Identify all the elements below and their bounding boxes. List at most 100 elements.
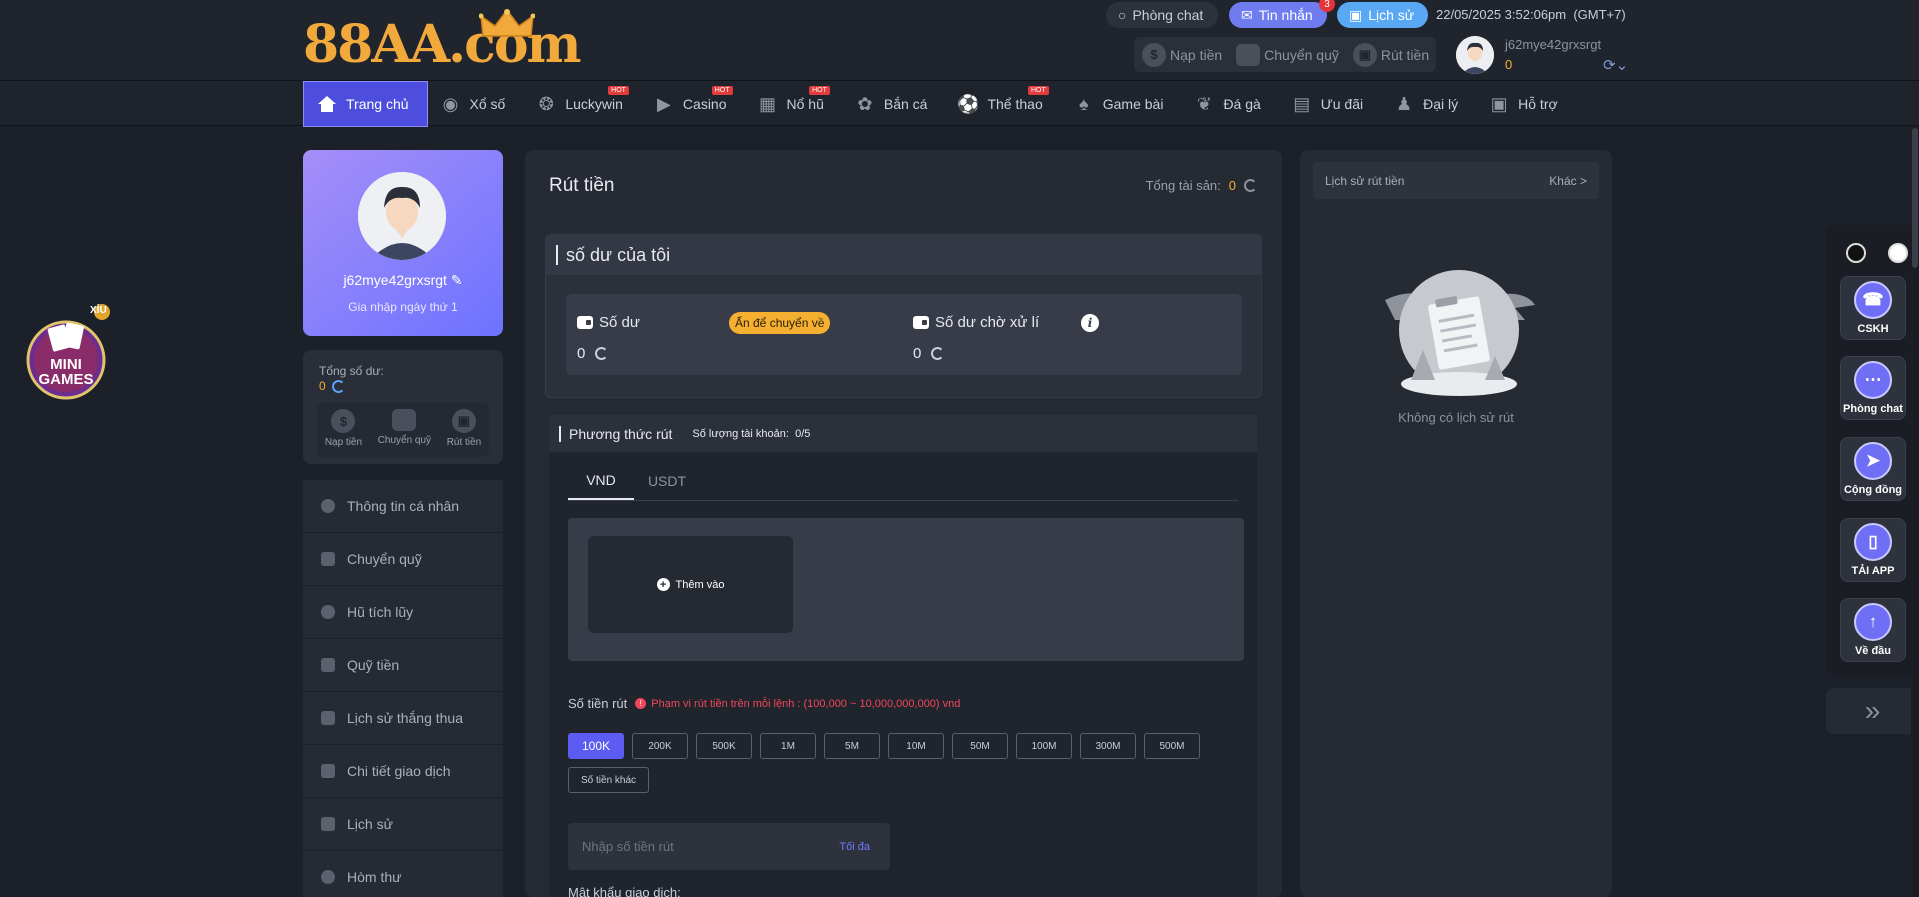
transaction-password-label: Mật khẩu giao dịch: — [568, 885, 681, 897]
header-deposit-button[interactable]: $ Nạp tiền — [1142, 42, 1222, 67]
nav-slots[interactable]: ▦ Nổ hũ HOT — [745, 81, 842, 127]
amount-chip[interactable]: 100K — [568, 733, 624, 759]
refresh-icon[interactable] — [931, 347, 945, 360]
mailbox-icon — [321, 870, 335, 884]
menu-fund[interactable]: Quỹ tiền — [303, 639, 503, 692]
refresh-icon[interactable] — [1244, 179, 1257, 192]
tab-vnd[interactable]: VND — [568, 461, 634, 500]
header-history-button[interactable]: ▣ Lịch sử — [1337, 2, 1428, 28]
float-community-button[interactable]: ➤ Cộng đồng — [1840, 437, 1906, 501]
header-messages-button[interactable]: ✉ Tin nhắn 3 — [1229, 0, 1335, 28]
amount-input[interactable] — [582, 839, 802, 854]
menu-history[interactable]: Lịch sử — [303, 798, 503, 851]
amount-header: Số tiền rút ! Phạm vi rút tiền trên mỗi … — [568, 696, 961, 711]
wallet-balance: 0 — [319, 379, 345, 393]
amount-input-box: Tối đa — [568, 823, 890, 870]
transfer-back-button[interactable]: Ấn để chuyển về — [729, 312, 831, 334]
float-download-app-button[interactable]: ▯ TẢI APP — [1840, 518, 1906, 582]
nav-fishing[interactable]: ✿ Bắn cá — [842, 81, 946, 127]
agent-icon: ♟ — [1396, 93, 1413, 114]
amount-chip[interactable]: 1M — [760, 733, 816, 759]
nav-promotions[interactable]: ▤ Ưu đãi — [1279, 81, 1381, 127]
amount-chip[interactable]: 500M — [1144, 733, 1200, 759]
empty-history-text: Không có lịch sử rút — [1398, 410, 1514, 425]
float-support-button[interactable]: ☎ CSKH — [1840, 276, 1906, 340]
amount-chip[interactable]: 50M — [952, 733, 1008, 759]
nav-support[interactable]: ▣ Hỗ trợ — [1476, 81, 1576, 127]
nav-lottery[interactable]: ◉ Xổ số — [428, 81, 524, 127]
brand-logo[interactable]: 88AA.com — [303, 8, 582, 75]
header-withdraw-button[interactable]: ▣ Rút tiền — [1352, 42, 1429, 67]
jar-icon — [321, 605, 335, 619]
menu-win-loss[interactable]: Lịch sử thắng thua — [303, 692, 503, 745]
user-avatar-icon — [358, 172, 446, 260]
header-transfer-button[interactable]: Chuyển quỹ — [1236, 43, 1339, 66]
float-chat-button[interactable]: ⋯ Phòng chat — [1840, 356, 1906, 420]
header-avatar[interactable] — [1456, 36, 1494, 74]
nav-casino[interactable]: ▶ Casino HOT — [641, 81, 745, 127]
list-icon — [321, 764, 335, 778]
add-account-button[interactable]: + Thêm vào — [588, 536, 793, 633]
menu-mailbox[interactable]: Hòm thư — [303, 851, 503, 897]
total-assets: Tổng tài sản: 0 — [1146, 178, 1257, 193]
nav-sports[interactable]: ⚽ Thể thao HOT — [945, 81, 1060, 127]
custom-amount-chip[interactable]: Số tiền khác — [568, 767, 650, 793]
promo-icon: ▤ — [1293, 93, 1311, 114]
refresh-icon[interactable] — [331, 379, 345, 393]
home-icon — [316, 93, 338, 115]
amount-chip[interactable]: 200K — [632, 733, 688, 759]
wallet-deposit-button[interactable]: $ Nạp tiền — [325, 403, 362, 457]
dark-theme-toggle[interactable] — [1846, 243, 1866, 263]
refresh-icon[interactable] — [595, 347, 609, 360]
top-header: 88AA.com ○ Phòng chat ✉ Tin nhắn 3 ▣ Lịc… — [0, 0, 1919, 80]
header-chat-button[interactable]: ○ Phòng chat — [1106, 2, 1218, 28]
amount-chip[interactable]: 300M — [1080, 733, 1136, 759]
float-back-to-top-button[interactable]: ↑ Về đầu — [1840, 598, 1906, 662]
amount-chip[interactable]: 100M — [1016, 733, 1072, 759]
hot-badge: HOT — [608, 86, 629, 95]
scrollbar-thumb[interactable] — [1912, 128, 1918, 268]
wallet-transfer-button[interactable]: Chuyển quỹ — [378, 403, 431, 457]
amount-chip[interactable]: 500K — [696, 733, 752, 759]
history-icon: ▣ — [1349, 6, 1363, 23]
hot-badge: HOT — [711, 86, 733, 95]
mini-games-button[interactable]: MINI GAMES XỈU — [22, 300, 112, 400]
withdraw-icon: ▣ — [1352, 42, 1377, 67]
menu-transfer[interactable]: Chuyển quỹ — [303, 533, 503, 586]
nav-card-games[interactable]: ♠ Game bài — [1061, 81, 1182, 127]
nav-agent[interactable]: ♟ Đại lý — [1381, 81, 1476, 127]
menu-jackpot[interactable]: Hũ tích lũy — [303, 586, 503, 639]
nav-home[interactable]: Trang chủ — [303, 81, 428, 127]
lottery-icon: ◉ — [442, 93, 459, 114]
collapse-toolbar-button[interactable]: » — [1826, 688, 1919, 734]
sport-icon: ⚽ — [957, 93, 980, 114]
amount-chip[interactable]: 5M — [824, 733, 880, 759]
wallet-withdraw-button[interactable]: ▣ Rút tiền — [447, 403, 481, 457]
main-nav: Trang chủ ◉ Xổ số ❂ Luckywin HOT ▶ Casin… — [0, 80, 1919, 127]
phone-icon: ▯ — [1854, 523, 1892, 561]
chat-bubble-icon: ⋯ — [1854, 361, 1892, 399]
header-refresh-icon[interactable]: ⟳⌄ — [1603, 56, 1628, 74]
amount-chip[interactable]: 10M — [888, 733, 944, 759]
document-icon — [321, 711, 335, 725]
wallet-icon — [392, 409, 417, 431]
profile-avatar[interactable] — [358, 172, 446, 260]
history-more-link[interactable]: Khác > — [1549, 174, 1587, 188]
page-title: Rút tiền — [549, 175, 615, 196]
pending-balance-label: Số dư chờ xử lí — [913, 314, 1039, 331]
withdraw-icon: ▣ — [451, 409, 476, 433]
max-amount-button[interactable]: Tối đa — [839, 841, 870, 853]
menu-transactions[interactable]: Chi tiết giao dịch — [303, 745, 503, 798]
light-theme-toggle[interactable] — [1888, 243, 1908, 263]
mini-games-tag: XỈU — [90, 305, 107, 316]
menu-personal-info[interactable]: Thông tin cá nhân — [303, 480, 503, 533]
headset-icon: ☎ — [1854, 281, 1892, 319]
nav-cockfight[interactable]: ❦ Đá gà — [1181, 81, 1278, 127]
section-header: số dư của tôi — [546, 235, 1261, 275]
history-icon — [321, 817, 335, 831]
edit-icon[interactable]: ✎ — [451, 272, 463, 288]
slot-icon: ▦ — [759, 93, 777, 114]
info-icon[interactable]: i — [1081, 314, 1099, 332]
tab-usdt[interactable]: USDT — [634, 461, 700, 500]
nav-luckywin[interactable]: ❂ Luckywin HOT — [523, 81, 641, 127]
